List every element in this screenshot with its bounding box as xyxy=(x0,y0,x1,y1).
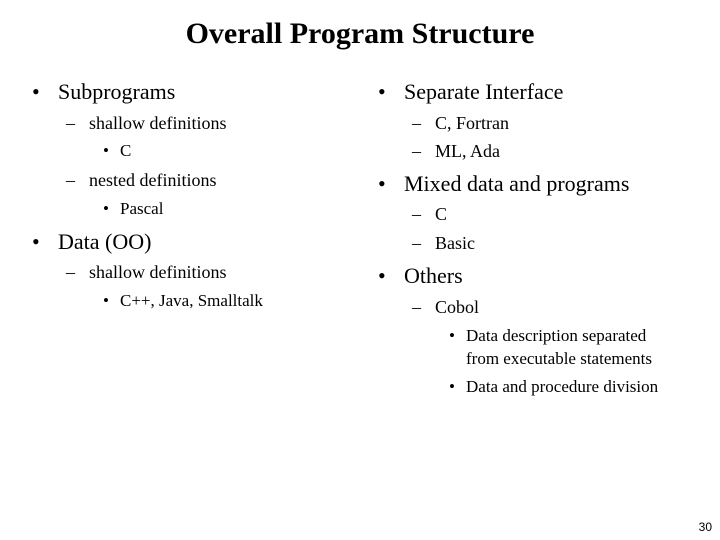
bullet-text: Separate Interface xyxy=(404,79,564,104)
dash-icon: – xyxy=(412,141,421,161)
sub-sub-bullet-text: C xyxy=(120,141,132,160)
dash-icon: – xyxy=(412,297,421,317)
sub-sub-bullet-text: C++, Java, Smalltalk xyxy=(120,291,263,310)
bullet-icon: • xyxy=(449,326,455,345)
dash-icon: – xyxy=(412,204,421,224)
dash-icon: – xyxy=(66,113,75,133)
bullet-icon: • xyxy=(378,79,386,104)
bullet-icon: • xyxy=(32,79,40,104)
dash-icon: – xyxy=(66,262,75,282)
sub-bullet-text: shallow definitions xyxy=(89,262,227,282)
sub-bullet-text: Cobol xyxy=(435,297,480,317)
bullet-icon: • xyxy=(103,141,109,160)
bullet-text: Data (OO) xyxy=(58,229,152,254)
bullet-icon: • xyxy=(103,199,109,218)
sub-sub-bullet-text: Pascal xyxy=(120,199,164,218)
page-number: 30 xyxy=(698,520,712,534)
bullet-icon: • xyxy=(378,171,386,196)
sub-bullet-text: C xyxy=(435,204,448,224)
dash-icon: – xyxy=(66,170,75,190)
sub-sub-bullet-text: Data description separated xyxy=(466,326,647,345)
sub-sub-bullet-text: Data and procedure division xyxy=(466,377,659,396)
bullet-icon: • xyxy=(103,291,109,310)
sub-bullet-text: Basic xyxy=(435,233,475,253)
sub-bullet-text: shallow definitions xyxy=(89,113,227,133)
sub-bullet-text: nested definitions xyxy=(89,170,217,190)
sub-bullet-text: C, Fortran xyxy=(435,113,509,133)
dash-icon: – xyxy=(412,233,421,253)
slide-title: Overall Program Structure xyxy=(185,17,535,50)
bullet-icon: • xyxy=(378,263,386,288)
bullet-text: Mixed data and programs xyxy=(404,171,630,196)
bullet-text: Subprograms xyxy=(58,79,176,104)
bullet-text: Others xyxy=(404,263,463,288)
sub-sub-bullet-text: from executable statements xyxy=(466,349,652,368)
sub-bullet-text: ML, Ada xyxy=(435,141,500,161)
dash-icon: – xyxy=(412,113,421,133)
bullet-icon: • xyxy=(32,229,40,254)
bullet-icon: • xyxy=(449,377,455,396)
